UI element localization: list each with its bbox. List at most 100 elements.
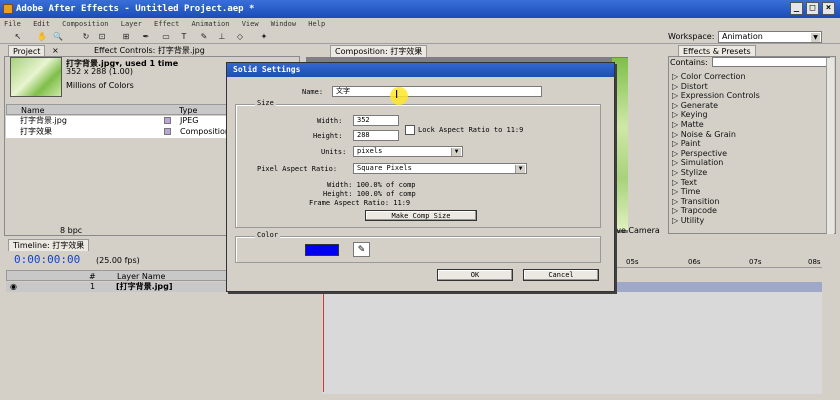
app-title: Adobe After Effects - Untitled Project.a… [16,4,255,14]
ruler-label: 08s [808,258,821,266]
chevron-down-icon: ▼ [515,165,525,173]
col-layer-name[interactable]: Layer Name [117,272,165,281]
height-label: Height: [313,132,343,140]
list-item[interactable]: ▷ Simulation [672,158,723,167]
list-item[interactable]: ▷ Matte [672,120,704,129]
list-item[interactable]: ▷ Transition [672,197,719,206]
after-effects-icon [3,4,13,14]
list-item[interactable]: ▷ Text [672,178,697,187]
list-item[interactable]: ▷ Time [672,187,700,196]
solid-settings-dialog: Solid Settings Name: 文字 Size Width: 352 … [226,62,615,292]
layer-index: 1 [90,282,96,291]
app-title-bar: Adobe After Effects - Untitled Project.a… [0,0,840,18]
list-item[interactable]: ▷ Noise & Grain [672,130,736,139]
units-select[interactable]: pixels ▼ [353,146,463,157]
label-color-swatch [164,117,171,124]
pan-behind-tool-icon[interactable]: ⊞ [120,31,132,42]
width-label: Width: [317,117,343,125]
list-item[interactable]: 打字背景.jpg JPEG [8,116,198,126]
color-group-label: Color [255,231,281,240]
tab-composition[interactable]: Composition: 打字效果 [330,45,428,57]
list-item[interactable]: ▷ Generate [672,101,718,110]
col-name[interactable]: Name [21,106,45,115]
minimize-button[interactable]: _ [790,2,803,15]
menu-composition[interactable]: Composition [62,20,108,28]
lock-aspect-checkbox[interactable] [405,125,415,135]
width-input[interactable]: 352 [353,115,399,126]
list-item[interactable]: 打字效果 Composition [8,127,230,137]
mask-tool-icon[interactable]: ▭ [160,31,172,42]
list-item[interactable]: ▷ Color Correction [672,72,746,81]
menu-layer[interactable]: Layer [121,20,142,28]
ok-button[interactable]: OK [437,269,513,281]
effects-search-input[interactable] [712,57,830,67]
list-item[interactable]: ▷ Stylize [672,168,707,177]
units-value: pixels [357,147,383,155]
hand-tool-icon[interactable]: ✋ [36,31,48,42]
name-input[interactable]: 文字 [332,86,542,97]
menu-effect[interactable]: Effect [154,20,179,28]
workspace-select[interactable]: Animation ▼ [718,31,822,43]
menu-animation[interactable]: Animation [192,20,230,28]
text-tool-icon[interactable]: T [178,31,190,42]
pixel-aspect-label: Pixel Aspect Ratio: [257,165,338,173]
clone-stamp-tool-icon[interactable]: ⊥ [216,31,228,42]
menu-help[interactable]: Help [308,20,325,28]
puppet-tool-icon[interactable]: ✦ [258,31,270,42]
project-item-dims: 352 x 288 (1.00) [66,67,133,76]
eraser-tool-icon[interactable]: ◇ [234,31,246,42]
menu-window[interactable]: Window [271,20,296,28]
menu-edit[interactable]: Edit [33,20,50,28]
active-camera-label[interactable]: ive Camera [614,226,660,235]
menu-view[interactable]: View [242,20,259,28]
ruler-label: 05s [626,258,639,266]
ruler-label: 07s [749,258,762,266]
list-item[interactable]: ▷ Expression Controls [672,91,760,100]
name-label: Name: [302,88,324,96]
selection-tool-icon[interactable]: ↖ [12,31,24,42]
color-group [235,236,601,263]
units-label: Units: [321,148,347,156]
list-item[interactable]: ▷ Utility [672,216,704,225]
chevron-down-icon: ▼ [451,148,461,156]
cancel-button[interactable]: Cancel [523,269,599,281]
list-item[interactable]: ▷ Perspective [672,149,727,158]
eye-icon[interactable]: ◉ [10,282,17,292]
file-name: 打字背景.jpg [20,116,67,125]
brush-tool-icon[interactable]: ✎ [198,31,210,42]
camera-tool-icon[interactable]: ⊡ [96,31,108,42]
pen-tool-icon[interactable]: ✒ [140,31,152,42]
text-cursor-icon: I [395,88,399,101]
info-frame-aspect: Frame Aspect Ratio: 11:9 [309,199,411,207]
workspace-label: Workspace: [668,32,715,41]
menu-bar: File Edit Composition Layer Effect Anima… [0,18,840,30]
dialog-title: Solid Settings [227,63,614,77]
timecode-display[interactable]: 0:00:00:00 [14,253,80,266]
pixel-aspect-select[interactable]: Square Pixels ▼ [353,163,527,174]
close-button[interactable]: × [822,2,835,15]
effects-scrollbar[interactable] [826,58,834,234]
tab-timeline[interactable]: Timeline: 打字效果 [8,239,90,251]
close-icon[interactable]: × [52,46,59,55]
height-input[interactable]: 288 [353,130,399,141]
menu-file[interactable]: File [4,20,21,28]
contains-label: Contains: [670,58,708,67]
color-swatch[interactable] [305,244,339,256]
col-type[interactable]: Type [179,106,197,115]
list-item[interactable]: ▷ Paint [672,139,701,148]
maximize-button[interactable]: □ [806,2,819,15]
timeline-track-area[interactable] [322,292,822,394]
zoom-tool-icon[interactable]: 🔍 [52,31,64,42]
chevron-down-icon: ▼ [811,33,820,42]
layer-number-col: # [89,272,96,281]
make-comp-size-button[interactable]: Make Comp Size [365,210,477,221]
bpc-label[interactable]: 8 bpc [60,226,82,235]
list-item[interactable]: ▷ Keying [672,110,708,119]
lock-aspect-label[interactable]: Lock Aspect Ratio to 11:9 [418,125,523,135]
rotate-tool-icon[interactable]: ↻ [80,31,92,42]
current-time-indicator[interactable] [323,292,324,392]
list-item[interactable]: ▷ Trapcode [672,206,717,215]
label-color-swatch [164,128,171,135]
eyedropper-icon[interactable]: ✎ [353,242,370,257]
list-item[interactable]: ▷ Distort [672,82,708,91]
